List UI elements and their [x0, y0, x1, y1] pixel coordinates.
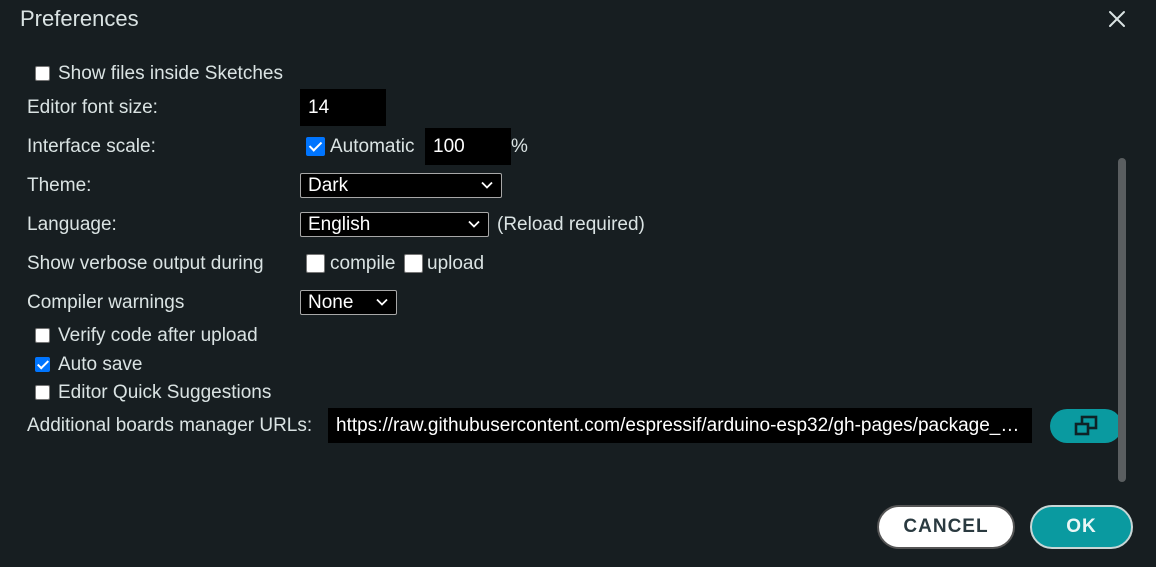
auto-save-label: Auto save	[58, 354, 143, 375]
compiler-warnings-label: Compiler warnings	[27, 292, 185, 313]
cancel-button[interactable]: CANCEL	[877, 505, 1015, 549]
interface-scale-unit: %	[511, 136, 528, 157]
theme-select[interactable]: Dark	[300, 173, 502, 198]
verbose-output-label: Show verbose output during	[27, 253, 264, 274]
chevron-down-icon	[468, 220, 480, 228]
verbose-compile-label: compile	[330, 253, 396, 274]
quick-suggestions-checkbox[interactable]	[35, 385, 50, 400]
scrollbar[interactable]	[1118, 158, 1126, 482]
interface-scale-automatic-checkbox[interactable]	[306, 137, 325, 156]
auto-save-checkbox[interactable]	[35, 357, 50, 372]
close-icon	[1109, 11, 1125, 27]
boards-urls-input[interactable]: https://raw.githubusercontent.com/espres…	[328, 408, 1032, 443]
language-label: Language:	[27, 214, 117, 235]
language-reload-note: (Reload required)	[497, 214, 645, 235]
language-select[interactable]: English	[300, 212, 489, 237]
open-urls-editor-button[interactable]	[1050, 409, 1122, 443]
verbose-compile-checkbox[interactable]	[306, 254, 325, 273]
chevron-down-icon	[481, 181, 493, 189]
ok-button[interactable]: OK	[1030, 505, 1133, 549]
dialog-title: Preferences	[20, 6, 139, 31]
theme-select-value: Dark	[308, 175, 349, 196]
interface-scale-automatic-label: Automatic	[330, 136, 415, 157]
quick-suggestions-label: Editor Quick Suggestions	[58, 382, 272, 403]
editor-font-size-input[interactable]	[300, 89, 386, 126]
verify-code-checkbox[interactable]	[35, 328, 50, 343]
compiler-warnings-select-value: None	[308, 292, 354, 313]
interface-scale-label: Interface scale:	[27, 136, 156, 157]
verbose-upload-checkbox[interactable]	[404, 254, 423, 273]
boards-urls-label: Additional boards manager URLs:	[27, 415, 313, 436]
show-files-label: Show files inside Sketches	[58, 63, 283, 84]
editor-font-size-label: Editor font size:	[27, 97, 158, 118]
language-select-value: English	[308, 214, 371, 235]
open-window-icon	[1074, 415, 1098, 436]
theme-label: Theme:	[27, 175, 92, 196]
close-button[interactable]	[1104, 6, 1130, 32]
chevron-down-icon	[376, 298, 388, 306]
verify-code-label: Verify code after upload	[58, 325, 258, 346]
interface-scale-input[interactable]	[425, 128, 511, 165]
compiler-warnings-select[interactable]: None	[300, 290, 397, 315]
verbose-upload-label: upload	[427, 253, 485, 274]
show-files-checkbox[interactable]	[35, 66, 50, 81]
